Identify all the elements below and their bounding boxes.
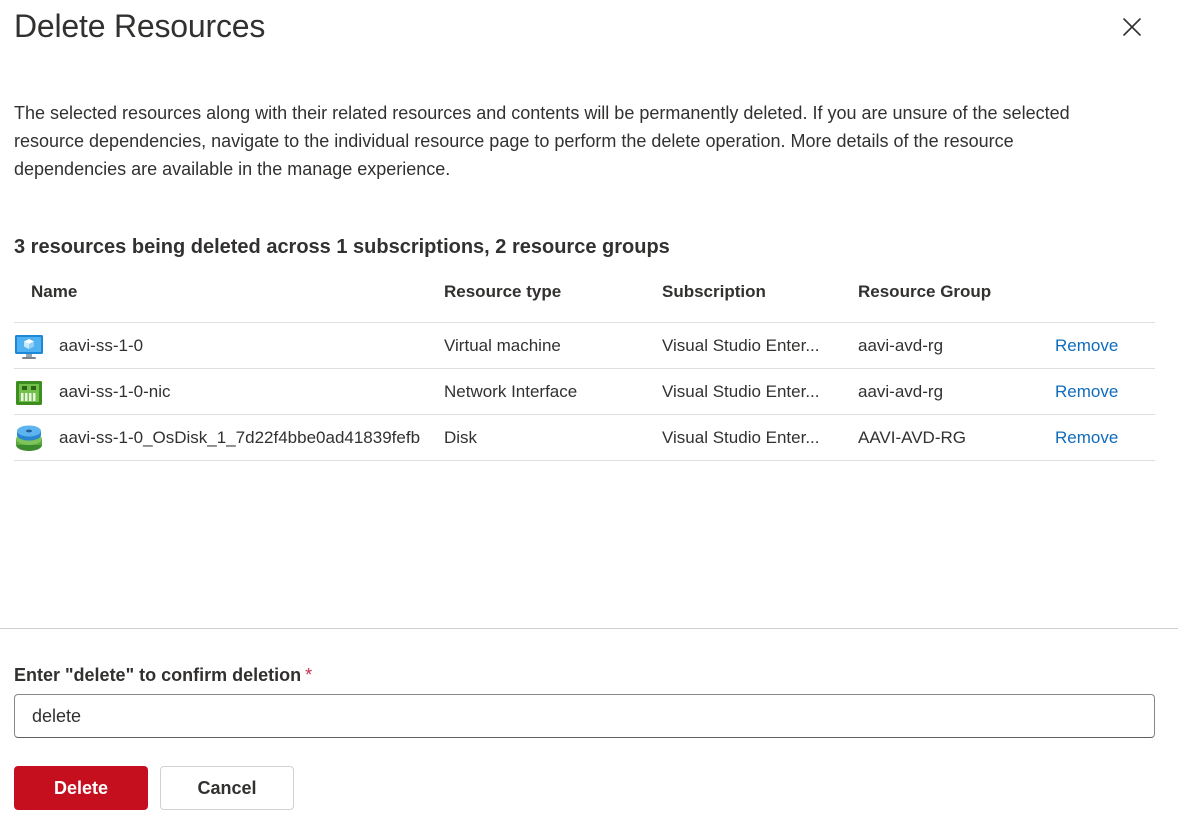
- resource-subscription: Visual Studio Enter...: [662, 336, 820, 355]
- resource-type: Network Interface: [444, 382, 578, 401]
- remove-link[interactable]: Remove: [1055, 323, 1118, 368]
- footer-divider: [0, 628, 1178, 629]
- cancel-button[interactable]: Cancel: [160, 766, 294, 810]
- table-header: Name Resource type Subscription Resource…: [14, 275, 1155, 323]
- column-header-resource-group[interactable]: Resource Group: [858, 275, 991, 309]
- table-row: aavi-ss-1-0 Virtual machine Visual Studi…: [14, 323, 1155, 369]
- close-button[interactable]: [1116, 11, 1148, 43]
- confirm-label-text: Enter "delete" to confirm deletion: [14, 665, 302, 685]
- resource-type: Virtual machine: [444, 336, 561, 355]
- resource-name: aavi-ss-1-0_OsDisk_1_7d22f4bbe0ad41839fe…: [59, 428, 421, 447]
- remove-link[interactable]: Remove: [1055, 415, 1118, 460]
- dialog-title: Delete Resources: [14, 8, 266, 44]
- resources-table: Name Resource type Subscription Resource…: [14, 275, 1155, 461]
- resource-name: aavi-ss-1-0: [59, 336, 144, 355]
- resource-name: aavi-ss-1-0-nic: [59, 382, 171, 401]
- resource-type: Disk: [444, 428, 478, 447]
- confirm-label: Enter "delete" to confirm deletion *: [14, 662, 312, 688]
- disk-icon: [14, 424, 44, 454]
- resource-subscription: Visual Studio Enter...: [662, 382, 820, 401]
- confirm-delete-input[interactable]: [14, 694, 1155, 738]
- close-icon: [1123, 18, 1141, 36]
- resource-group: aavi-avd-rg: [858, 336, 944, 355]
- virtual-machine-icon: [14, 332, 44, 362]
- column-header-name[interactable]: Name: [31, 275, 77, 309]
- resource-group: AAVI-AVD-RG: [858, 428, 966, 447]
- dialog-description: The selected resources along with their …: [14, 103, 1070, 179]
- table-row: aavi-ss-1-0_OsDisk_1_7d22f4bbe0ad41839fe…: [14, 415, 1155, 461]
- resource-subscription: Visual Studio Enter...: [662, 428, 820, 447]
- remove-link[interactable]: Remove: [1055, 369, 1118, 414]
- column-header-resource-type[interactable]: Resource type: [444, 275, 561, 309]
- delete-button[interactable]: Delete: [14, 766, 148, 810]
- table-row: aavi-ss-1-0-nic Network Interface Visual…: [14, 369, 1155, 415]
- deletion-summary: 3 resources being deleted across 1 subsc…: [14, 236, 670, 258]
- column-header-subscription[interactable]: Subscription: [662, 275, 766, 309]
- delete-resources-dialog: Delete Resources The selected resources …: [0, 0, 1178, 821]
- resource-group: aavi-avd-rg: [858, 382, 944, 401]
- required-indicator: *: [305, 665, 313, 685]
- network-interface-icon: [14, 378, 44, 408]
